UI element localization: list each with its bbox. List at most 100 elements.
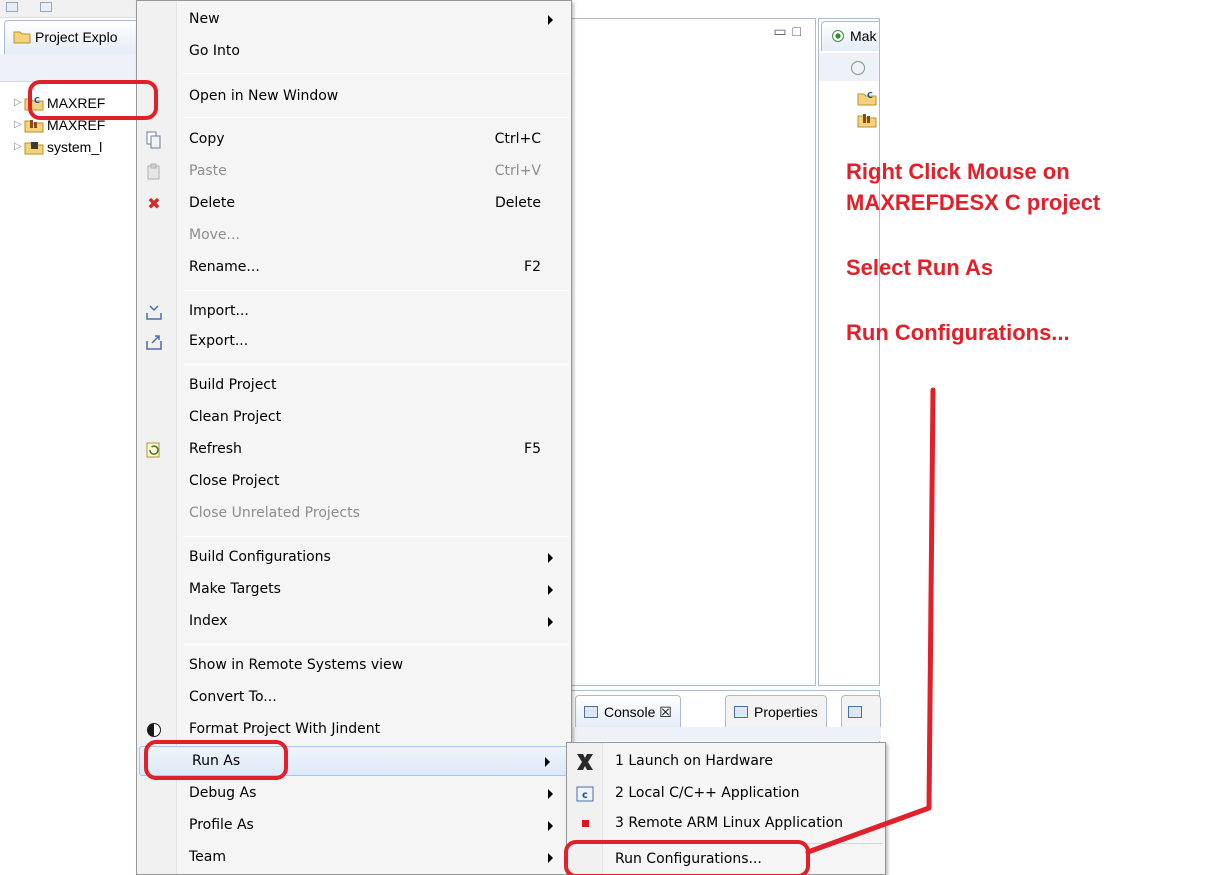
submenu-arrow-icon	[548, 853, 553, 863]
menu-item-label: Refresh	[189, 441, 242, 457]
menu-item-launch-on-hardware[interactable]: 1 Launch on Hardware	[567, 747, 885, 778]
jindent-icon	[147, 723, 161, 737]
menu-item-make-targets[interactable]: Make Targets	[137, 575, 571, 605]
menu-item-label: Build Project	[189, 377, 277, 393]
menu-item-close-project[interactable]: Close Project	[137, 467, 571, 497]
menu-item-clean-project[interactable]: Clean Project	[137, 403, 571, 433]
paste-icon	[147, 163, 160, 180]
menu-item-label: Export...	[189, 333, 249, 349]
menu-item-label: Clean Project	[189, 409, 282, 425]
menu-item-copy[interactable]: Copy Ctrl+C	[137, 125, 571, 155]
export-icon	[146, 335, 162, 350]
project-explorer-panel: Project Explo ▷ C MAXREF ▷ MAXREF ▷ syst…	[0, 18, 164, 875]
menu-item-show-in-remote-systems-view[interactable]: Show in Remote Systems view	[137, 651, 571, 681]
instruction-line: Select Run As	[846, 255, 994, 280]
menu-separator	[183, 364, 569, 365]
menu-item-move[interactable]: Move...	[137, 221, 571, 251]
menu-item-label: Show in Remote Systems view	[189, 657, 404, 673]
tab-properties[interactable]: Properties	[725, 695, 827, 727]
menu-separator	[183, 117, 569, 118]
menu-item-label: Go Into	[189, 43, 240, 59]
menu-item-label: Import...	[189, 303, 249, 319]
copy-icon	[146, 131, 161, 149]
instruction-line: Right Click Mouse on	[846, 159, 1070, 184]
menu-item-label: Copy	[189, 131, 225, 147]
menu-item-label: Close Project	[189, 473, 280, 489]
toolbar-icon[interactable]	[6, 2, 18, 12]
menu-item-build-configurations[interactable]: Build Configurations	[137, 543, 571, 573]
menu-item-profile-as[interactable]: Profile As	[137, 811, 571, 841]
tab-label: Mak	[850, 28, 877, 44]
menu-item-new[interactable]: New	[137, 5, 571, 35]
tab-console[interactable]: Console ☒	[575, 695, 681, 727]
menu-item-delete[interactable]: ✖ Delete Delete	[137, 189, 571, 219]
tab-label: Console ☒	[604, 704, 672, 720]
menu-item-build-project[interactable]: Build Project	[137, 371, 571, 401]
submenu-arrow-icon	[548, 789, 553, 799]
menu-item-close-unrelated-projects[interactable]: Close Unrelated Projects	[137, 499, 571, 529]
annotation-highlight-run-as	[144, 740, 288, 780]
menu-item-shortcut: F5	[524, 441, 541, 457]
menu-item-label: Open in New Window	[189, 88, 339, 104]
menu-item-remote-arm-linux-application[interactable]: 3 Remote ARM Linux Application	[567, 809, 885, 840]
tab-make-target[interactable]: Mak	[821, 21, 879, 51]
c-project-icon: C	[857, 91, 877, 106]
menu-item-label: Close Unrelated Projects	[189, 505, 360, 521]
menu-item-shortcut: Delete	[495, 195, 541, 211]
remote-app-icon	[582, 820, 589, 827]
menu-item-label: Delete	[189, 195, 235, 211]
target-icon[interactable]	[851, 61, 865, 75]
menu-item-shortcut: Ctrl+C	[494, 131, 541, 147]
folder-icon	[13, 31, 31, 44]
menu-item-label: Index	[189, 613, 228, 629]
menu-item-export[interactable]: Export...	[137, 327, 571, 357]
radio-icon	[832, 30, 844, 42]
submenu-arrow-icon	[548, 585, 553, 595]
menu-separator	[183, 536, 569, 537]
submenu-arrow-icon	[548, 617, 553, 627]
menu-item-convert-to[interactable]: Convert To...	[137, 683, 571, 713]
menu-item-open-in-new-window[interactable]: Open in New Window	[137, 82, 571, 112]
menu-item-import[interactable]: Import...	[137, 297, 571, 327]
hw-platform-icon	[24, 142, 44, 155]
toolbar-icon[interactable]	[40, 2, 52, 12]
menu-item-label: Format Project With Jindent	[189, 721, 381, 737]
menu-item-label: Rename...	[189, 259, 260, 275]
submenu-arrow-icon	[548, 553, 553, 563]
menu-item-rename[interactable]: Rename... F2	[137, 253, 571, 283]
menu-item-label: New	[189, 11, 220, 27]
menu-item-label: Debug As	[189, 785, 257, 801]
submenu-arrow-icon	[545, 757, 550, 767]
tree-item-label: system_l	[47, 139, 103, 155]
menu-item-label: 1 Launch on Hardware	[615, 753, 773, 769]
menu-item-debug-as[interactable]: Debug As	[137, 779, 571, 809]
menu-item-refresh[interactable]: Refresh F5	[137, 435, 571, 465]
menu-separator	[183, 73, 569, 74]
menu-item-go-into[interactable]: Go Into	[137, 37, 571, 67]
menu-item-label: 2 Local C/C++ Application	[615, 785, 800, 801]
bsp-project-icon	[857, 114, 877, 128]
expand-icon[interactable]: ▷	[14, 136, 22, 158]
menu-item-index[interactable]: Index	[137, 607, 571, 637]
editor-area: ▭□	[570, 18, 816, 686]
expand-icon[interactable]: ▷	[14, 114, 22, 136]
minimize-maximize-controls[interactable]: ▭□	[773, 23, 807, 40]
instruction-line: MAXREFDESX C project	[846, 190, 1101, 215]
svg-text:C: C	[867, 91, 873, 100]
menu-item-label: Team	[189, 849, 227, 865]
menu-item-label: Convert To...	[189, 689, 277, 705]
menu-item-paste[interactable]: Paste Ctrl+V	[137, 157, 571, 187]
menu-item-label: 3 Remote ARM Linux Application	[615, 815, 844, 831]
tab-label: Project Explo	[35, 29, 118, 45]
expand-icon[interactable]: ▷	[14, 92, 22, 114]
menu-separator	[183, 290, 569, 291]
menu-item-team[interactable]: Team	[137, 843, 571, 873]
tab-overflow[interactable]	[841, 695, 881, 727]
tree-item-project[interactable]: ▷ system_l	[14, 136, 103, 158]
refresh-icon	[146, 442, 160, 458]
menu-item-local-c-application[interactable]: c 2 Local C/C++ Application	[567, 779, 885, 810]
menu-item-label: Move...	[189, 227, 240, 243]
annotation-highlight-run-configurations	[564, 840, 810, 875]
